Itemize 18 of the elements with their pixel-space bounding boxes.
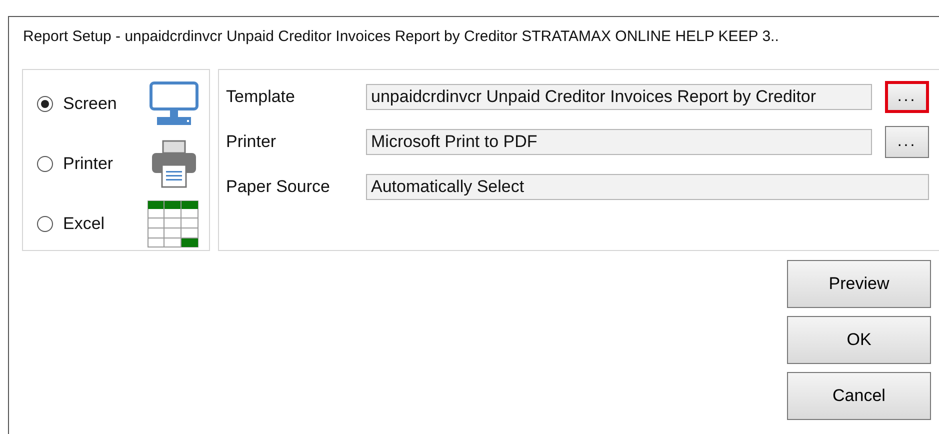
field-label: Printer	[226, 132, 278, 152]
field-label: Paper Source	[226, 177, 331, 197]
window-title: Report Setup - unpaidcrdinvcr Unpaid Creditor Invoices Report by Creditor STRATAMAX ONLINE HELP KEEP 3..	[22, 27, 780, 47]
input-field[interactable]: Microsoft Print to PDF	[366, 129, 872, 155]
printer-icon	[149, 139, 199, 189]
browse-button[interactable]: ...	[885, 81, 929, 113]
field-label: Template	[226, 87, 296, 107]
spreadsheet-icon	[147, 200, 199, 248]
monitor-icon	[149, 81, 199, 127]
dialog-button[interactable]: Preview	[787, 260, 931, 308]
radio-button[interactable]: Printer	[37, 154, 114, 174]
dialog-button[interactable]: OK	[787, 316, 931, 364]
radio-button[interactable]: Excel	[37, 214, 105, 234]
input-field[interactable]: Automatically Select	[366, 174, 929, 200]
browse-button[interactable]: ...	[885, 126, 929, 158]
dialog-button[interactable]: Cancel	[787, 372, 931, 420]
radio-button[interactable]: Screen	[37, 94, 117, 114]
input-field[interactable]: unpaidcrdinvcr Unpaid Creditor Invoices Report by Creditor	[366, 84, 872, 110]
